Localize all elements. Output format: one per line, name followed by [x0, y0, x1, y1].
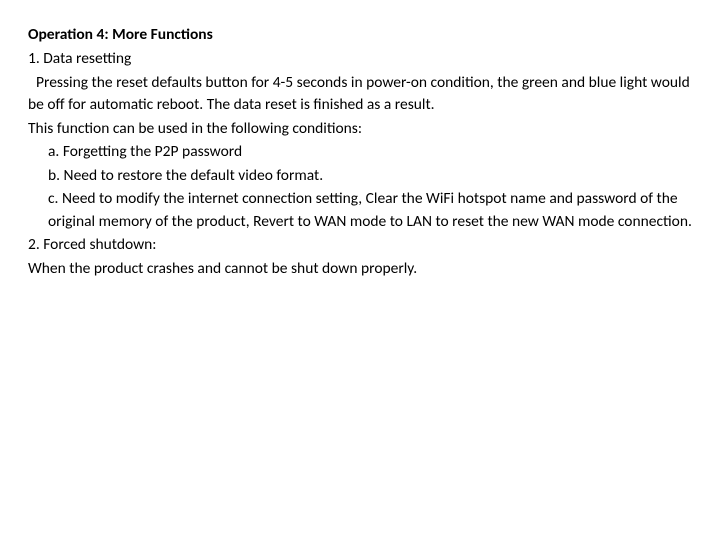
subitem-a: a. Forgetting the P2P password: [28, 141, 692, 163]
subitem-b: b. Need to restore the default video for…: [28, 165, 692, 187]
page-title: Operation 4: More Functions: [28, 24, 692, 46]
section-1-para-2: This function can be used in the followi…: [28, 118, 692, 140]
section-1-para-1: Pressing the reset defaults button for 4…: [28, 72, 692, 117]
section-2-heading: 2. Forced shutdown:: [28, 234, 692, 256]
section-2-para-1: When the product crashes and cannot be s…: [28, 258, 692, 280]
subitem-c: c. Need to modify the internet connectio…: [28, 188, 692, 233]
section-1-heading: 1. Data resetting: [28, 48, 692, 70]
